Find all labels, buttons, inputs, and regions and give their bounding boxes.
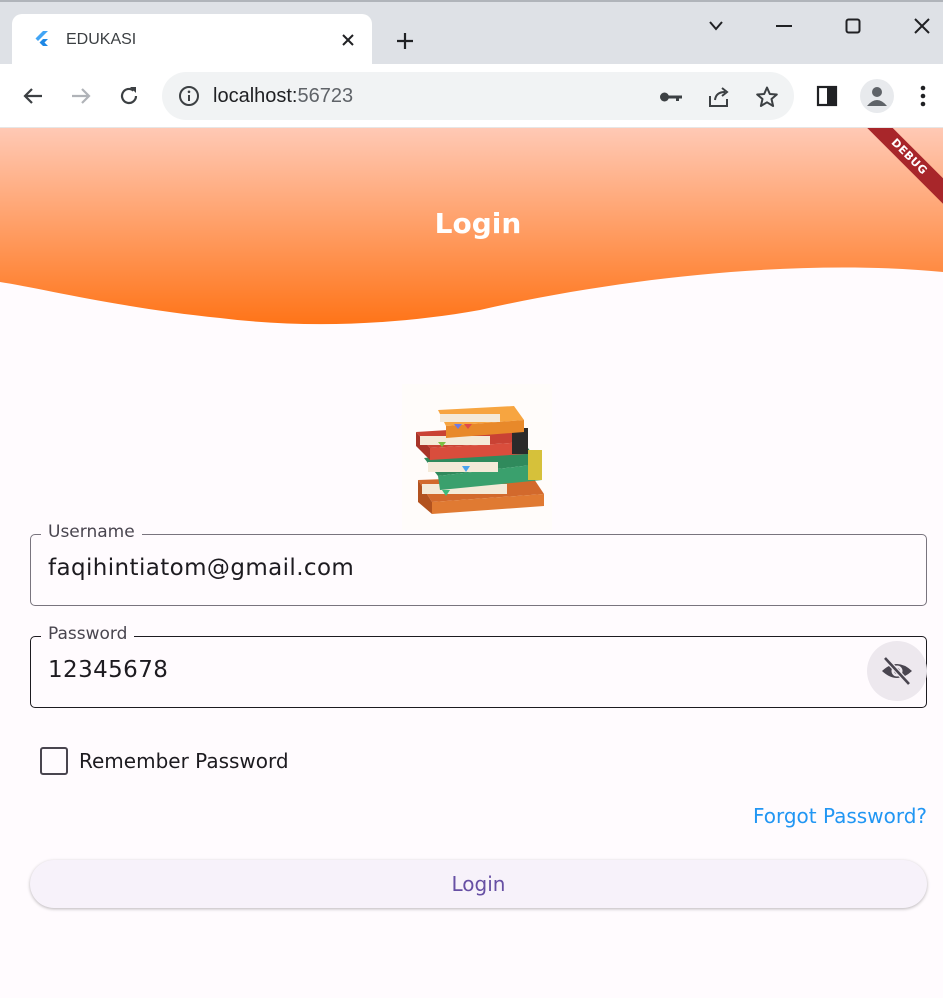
back-arrow-icon[interactable] xyxy=(18,81,48,111)
remember-password-row[interactable]: Remember Password xyxy=(40,747,289,775)
star-icon[interactable] xyxy=(754,84,780,110)
url-port: 56723 xyxy=(297,85,354,107)
forgot-password-link[interactable]: Forgot Password? xyxy=(753,804,927,828)
app-viewport: Login DEBUG Username faqihintiatom@gmail… xyxy=(0,128,943,998)
password-field[interactable]: Password 12345678 xyxy=(30,624,927,708)
url-text: localhost:56723 xyxy=(213,85,353,108)
reload-icon[interactable] xyxy=(114,81,144,111)
browser-tab-strip: EDUKASI xyxy=(0,0,943,66)
password-input[interactable]: 12345678 xyxy=(48,657,168,683)
username-input[interactable]: faqihintiatom@gmail.com xyxy=(48,555,354,581)
browser-tab[interactable]: EDUKASI xyxy=(12,14,372,66)
profile-avatar[interactable] xyxy=(860,79,894,113)
username-label: Username xyxy=(41,522,142,542)
key-icon[interactable] xyxy=(658,84,684,110)
tab-title: EDUKASI xyxy=(66,31,137,48)
page-title: Login xyxy=(434,207,522,240)
more-vert-icon[interactable] xyxy=(908,81,938,111)
minimize-icon[interactable] xyxy=(770,12,798,40)
remember-password-checkbox[interactable] xyxy=(40,747,68,775)
forward-arrow-icon[interactable] xyxy=(66,81,96,111)
address-bar[interactable]: localhost:56723 xyxy=(162,72,794,120)
window-close-icon[interactable] xyxy=(908,12,936,40)
person-icon xyxy=(867,87,887,106)
username-field[interactable]: Username faqihintiatom@gmail.com xyxy=(30,522,927,606)
close-icon[interactable] xyxy=(336,28,360,52)
plus-icon[interactable] xyxy=(392,28,418,54)
info-icon[interactable] xyxy=(178,85,200,107)
side-panel-icon[interactable] xyxy=(812,81,842,111)
login-button[interactable]: Login xyxy=(30,860,927,908)
chevron-down-icon[interactable] xyxy=(702,12,730,40)
browser-toolbar: localhost:56723 xyxy=(0,64,943,128)
share-icon[interactable] xyxy=(706,84,732,110)
books-logo-image xyxy=(402,384,552,530)
maximize-icon[interactable] xyxy=(839,12,867,40)
url-host: localhost: xyxy=(213,85,298,107)
remember-password-label: Remember Password xyxy=(79,749,289,773)
flutter-icon xyxy=(35,31,48,46)
password-label: Password xyxy=(41,624,135,644)
visibility-off-icon[interactable] xyxy=(867,641,927,701)
